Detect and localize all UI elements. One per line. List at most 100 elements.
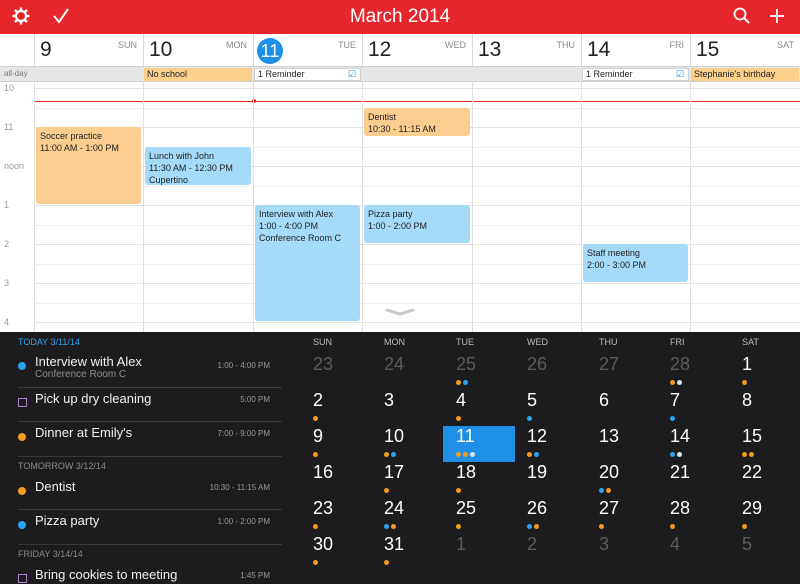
all-day-event-title: 1 Reminder	[586, 69, 633, 79]
month-day-number: 15	[742, 426, 763, 446]
month-day-number: 19	[527, 462, 548, 482]
agenda-item-title: Dinner at Emily's	[35, 425, 133, 440]
month-day-cell[interactable]: 16	[300, 462, 372, 498]
agenda-item[interactable]: Dentist 10:30 - 11:15 AM	[18, 475, 282, 509]
day-header[interactable]: 14 FRI	[581, 34, 690, 66]
reminder-checkbox-icon[interactable]	[18, 574, 27, 583]
month-day-cell[interactable]: 3	[586, 534, 658, 570]
event-dot-icon	[384, 452, 389, 457]
month-day-cell[interactable]: 4	[657, 534, 729, 570]
month-day-cell[interactable]: 27	[586, 498, 658, 534]
month-day-cell[interactable]: 30	[300, 534, 372, 570]
calendar-event[interactable]: Lunch with John 11:30 AM - 12:30 PM Cupert…	[145, 146, 251, 185]
calendar-event[interactable]: Dentist 10:30 - 11:15 AM	[364, 107, 470, 136]
agenda-item[interactable]: Interview with Alex Conference Room C 1:00…	[18, 351, 282, 387]
month-day-cell[interactable]: 25	[443, 498, 515, 534]
agenda-section-header: TODAY 3/11/14	[18, 337, 80, 347]
month-day-cell[interactable]: 28	[657, 354, 729, 390]
day-name: WED	[445, 40, 466, 50]
day-header[interactable]: 12 WED	[362, 34, 472, 66]
month-day-cell[interactable]: 4	[443, 390, 515, 426]
search-icon[interactable]	[731, 6, 753, 28]
all-day-event[interactable]: Stephanie's birthday	[691, 68, 799, 81]
weekday-header: WED	[527, 337, 548, 347]
month-day-cell[interactable]: 14	[657, 426, 729, 462]
week-time-grid[interactable]: 10 11 noon 1 2 3 4 Soccer practice 11:00 AM - 1:…	[0, 82, 800, 332]
month-day-cell[interactable]: 5	[514, 390, 586, 426]
month-day-cell-selected[interactable]: 11	[443, 426, 515, 462]
chevron-down-icon[interactable]	[385, 308, 415, 316]
month-day-cell[interactable]: 1	[729, 354, 800, 390]
agenda-list[interactable]: TODAY 3/11/14 Interview with Alex Conferen…	[0, 332, 300, 584]
day-header[interactable]: 13 THU	[472, 34, 581, 66]
month-day-cell[interactable]: 23	[300, 354, 372, 390]
checkbox-icon[interactable]: ☑	[676, 69, 684, 80]
all-day-event[interactable]: No school	[144, 68, 252, 81]
day-header[interactable]: 9 SUN	[34, 34, 143, 66]
month-day-cell[interactable]: 24	[371, 354, 443, 390]
agenda-item-time: 7:00 - 9:00 PM	[217, 429, 270, 438]
event-dot-icon	[313, 416, 318, 421]
event-dot-icon	[749, 452, 754, 457]
month-day-cell[interactable]: 9	[300, 426, 372, 462]
month-day-cell[interactable]: 15	[729, 426, 800, 462]
month-day-cell[interactable]: 18	[443, 462, 515, 498]
event-dots	[599, 524, 606, 530]
month-day-cell[interactable]: 22	[729, 462, 800, 498]
month-day-cell[interactable]: 27	[586, 354, 658, 390]
month-day-cell[interactable]: 29	[729, 498, 800, 534]
month-day-number: 18	[456, 462, 477, 482]
month-day-cell[interactable]: 26	[514, 498, 586, 534]
month-day-cell[interactable]: 25	[443, 354, 515, 390]
month-day-cell[interactable]: 6	[586, 390, 658, 426]
month-day-cell[interactable]: 24	[371, 498, 443, 534]
month-day-cell[interactable]: 10	[371, 426, 443, 462]
agenda-section-header: FRIDAY 3/14/14	[18, 549, 83, 559]
month-day-cell[interactable]: 13	[586, 426, 658, 462]
month-day-cell[interactable]: 23	[300, 498, 372, 534]
month-day-cell[interactable]: 31	[371, 534, 443, 570]
month-day-cell[interactable]: 1	[443, 534, 515, 570]
calendar-event[interactable]: Soccer practice 11:00 AM - 1:00 PM	[36, 127, 141, 204]
agenda-item[interactable]: Pick up dry cleaning 5:00 PM	[18, 387, 282, 421]
calendar-event[interactable]: Pizza party 1:00 - 2:00 PM	[364, 205, 470, 243]
calendar-event[interactable]: Staff meeting 2:00 - 3:00 PM	[583, 244, 688, 282]
month-day-cell[interactable]: 12	[514, 426, 586, 462]
month-day-cell[interactable]: 2	[300, 390, 372, 426]
all-day-event[interactable]: 1 Reminder ☑	[582, 68, 689, 81]
event-dot-icon	[456, 452, 461, 457]
reminder-checkbox-icon[interactable]	[18, 398, 27, 407]
event-title: Lunch with John	[149, 150, 215, 161]
month-grid[interactable]: SUN MON TUE WED THU FRI SAT 23 24 25 26 27 28 1 2 3 4 5 6 7…	[300, 332, 800, 584]
month-day-number: 27	[599, 498, 620, 518]
month-day-number: 7	[670, 390, 681, 410]
day-header[interactable]: 10 MON	[143, 34, 253, 66]
month-day-cell[interactable]: 2	[514, 534, 586, 570]
month-day-cell[interactable]: 26	[514, 354, 586, 390]
event-time: 10:30 - 11:15 AM	[368, 123, 436, 134]
month-day-cell[interactable]: 3	[371, 390, 443, 426]
month-day-cell[interactable]: 20	[586, 462, 658, 498]
month-day-cell[interactable]: 7	[657, 390, 729, 426]
month-day-cell[interactable]: 5	[729, 534, 800, 570]
agenda-item[interactable]: Bring cookies to meeting 1:45 PM	[18, 563, 282, 584]
month-day-cell[interactable]: 19	[514, 462, 586, 498]
plus-icon[interactable]	[766, 6, 788, 28]
month-day-cell[interactable]: 28	[657, 498, 729, 534]
day-header[interactable]: 15 SAT	[690, 34, 800, 66]
day-header[interactable]: 11 TUE	[253, 34, 362, 66]
event-dot-icon	[599, 524, 604, 529]
month-day-cell[interactable]: 8	[729, 390, 800, 426]
all-day-event[interactable]: 1 Reminder ☑	[254, 68, 361, 81]
hour-label: noon	[4, 161, 25, 171]
month-day-cell[interactable]: 21	[657, 462, 729, 498]
month-day-number: 3	[384, 390, 395, 410]
month-day-number: 13	[599, 426, 620, 446]
calendar-event[interactable]: Interview with Alex 1:00 - 4:00 PM Confere…	[255, 205, 360, 321]
month-day-cell[interactable]: 17	[371, 462, 443, 498]
checkbox-icon[interactable]: ☑	[348, 69, 356, 80]
agenda-item[interactable]: Pizza party 1:00 - 2:00 PM	[18, 509, 282, 543]
event-dot-icon	[456, 488, 461, 493]
agenda-item[interactable]: Dinner at Emily's 7:00 - 9:00 PM	[18, 421, 282, 455]
day-number: 9	[40, 38, 52, 61]
